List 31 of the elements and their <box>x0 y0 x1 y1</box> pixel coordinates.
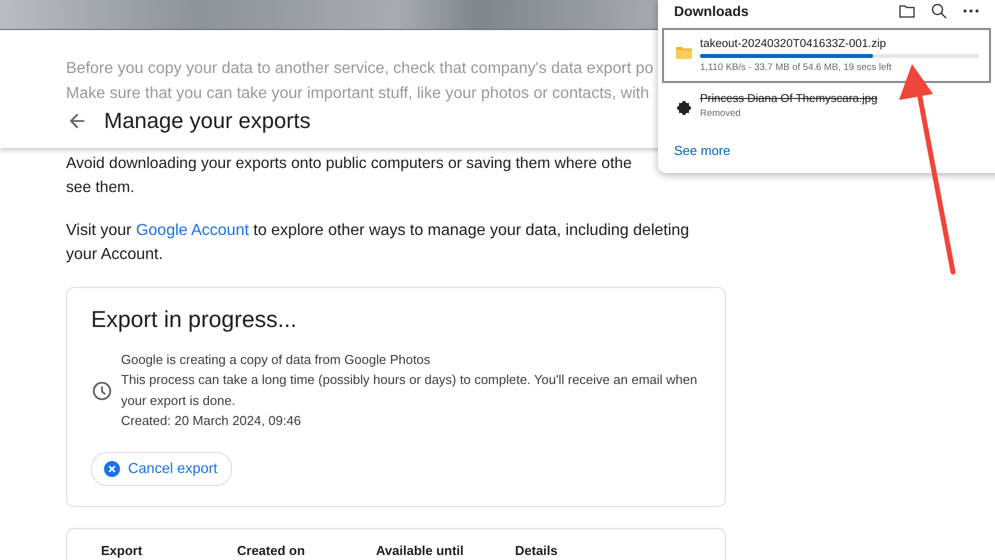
download-status: 1,110 KB/s - 33.7 MB of 54.6 MB, 19 secs left <box>700 61 893 74</box>
cancel-export-button[interactable]: Cancel export <box>91 452 232 486</box>
card-title: Export in progress... <box>91 306 298 334</box>
clock-icon <box>91 380 113 402</box>
folder-icon[interactable] <box>899 4 915 18</box>
column-header: Available until <box>376 542 465 560</box>
folder-icon <box>676 46 692 60</box>
google-account-link[interactable]: Google Account <box>136 222 249 239</box>
panel-title: Downloads <box>674 2 749 20</box>
status-text: This process can take a long time (possibly hours or days) to complete. You'll receive an email when your export is done. <box>121 371 698 410</box>
warning-text: see them. <box>66 178 136 198</box>
faded-text: Before you copy your data to another service, check that company's data export po <box>66 59 654 79</box>
column-header: Details <box>515 542 559 560</box>
status-text: Created: 20 March 2024, 09:46 <box>121 412 302 430</box>
column-header: Export <box>101 542 144 560</box>
column-header: Created on <box>237 542 306 560</box>
file-name: takeout-20240320T041633Z-001.zip <box>700 37 888 52</box>
status-text: Google is creating a copy of data from Google Photos <box>121 350 432 369</box>
download-status: Removed <box>700 107 742 120</box>
warning-text: Avoid downloading your exports onto public computers or saving them where othe <box>66 154 633 174</box>
download-item[interactable]: Princess Diana Of Themyscara.jpg Removed <box>662 83 991 129</box>
cancel-icon <box>104 460 120 477</box>
search-icon[interactable] <box>931 3 947 19</box>
faded-text: Make sure that you can take your important stuff, like your photos or contacts, with <box>66 84 650 104</box>
see-more-link[interactable]: See more <box>674 143 730 158</box>
account-note: Visit your Google Account to explore other ways to manage your data, including deleting your Account. <box>66 221 690 265</box>
page-title: Manage your exports <box>104 107 311 135</box>
puzzle-icon <box>676 100 692 116</box>
download-item[interactable]: takeout-20240320T041633Z-001.zip 1,110 KB/s - 33.7 MB of 54.6 MB, 19 secs left <box>662 28 991 83</box>
more-options-icon[interactable] <box>963 9 979 13</box>
file-name: Princess Diana Of Themyscara.jpg <box>700 92 878 107</box>
